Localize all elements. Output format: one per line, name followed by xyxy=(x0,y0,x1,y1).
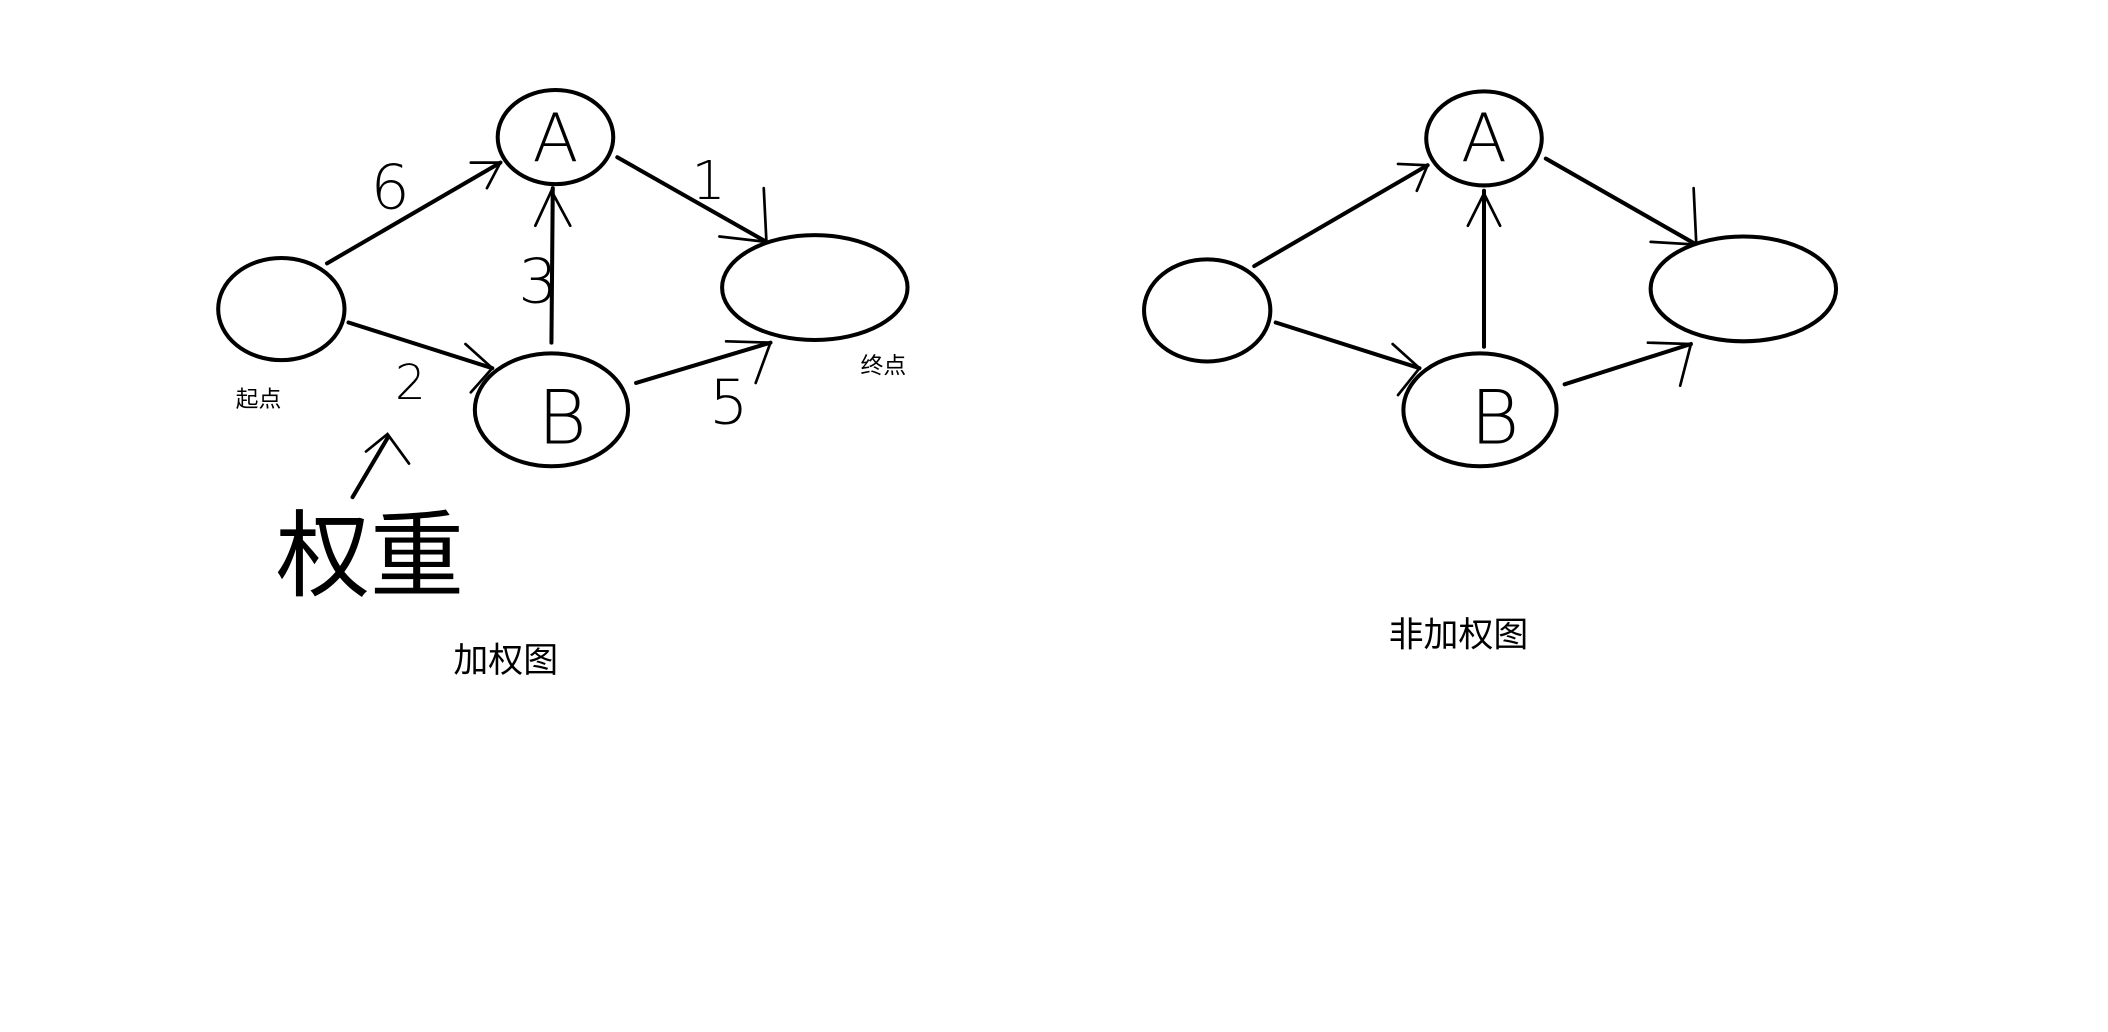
weighted-caption: 加权图 xyxy=(453,641,558,681)
end-node xyxy=(1648,234,1839,344)
diagram-canvas: A B 6 3 1 2 5 起点 终点 权重 加权图 A B 非加权图 xyxy=(216,88,1839,681)
end-node xyxy=(720,233,910,342)
weight-start-to-a: 6 xyxy=(371,151,410,223)
edge-start-to-a xyxy=(325,160,503,266)
unweighted-graph: A B 非加权图 xyxy=(1142,89,1839,655)
edge-a-to-end xyxy=(1543,156,1699,247)
end-label: 终点 xyxy=(861,354,907,380)
weight-start-to-b: 2 xyxy=(395,355,426,411)
weight-b-to-a: 3 xyxy=(518,245,557,317)
node-b-label: B xyxy=(1470,373,1519,461)
weight-a-to-end: 1 xyxy=(692,149,726,212)
node-b-label: B xyxy=(538,373,587,461)
weight-annotation: 权重 xyxy=(276,503,464,612)
start-node xyxy=(216,255,347,363)
edge-b-to-end xyxy=(634,340,773,385)
node-a-label: A xyxy=(1461,99,1507,177)
weighted-graph: A B 6 3 1 2 5 起点 终点 权重 加权图 xyxy=(216,88,910,681)
edge-start-to-b xyxy=(1273,320,1422,371)
edge-start-to-a xyxy=(1252,163,1430,269)
edge-b-to-end xyxy=(1562,341,1693,387)
weight-b-to-end: 5 xyxy=(709,366,748,438)
node-a-label: A xyxy=(532,99,578,177)
unweighted-caption: 非加权图 xyxy=(1389,615,1529,655)
arrowhead xyxy=(1649,186,1698,246)
arrowhead xyxy=(718,186,768,244)
start-node xyxy=(1142,257,1273,364)
start-label: 起点 xyxy=(236,387,282,413)
